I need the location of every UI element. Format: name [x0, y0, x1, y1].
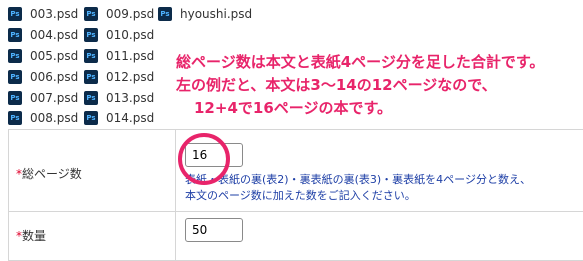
- table-divider: [8, 129, 583, 130]
- file-item[interactable]: Ps 012.psd: [84, 68, 154, 86]
- file-name: 012.psd: [106, 70, 155, 84]
- file-name: 004.psd: [30, 28, 79, 42]
- photoshop-file-icon: Ps: [84, 70, 98, 84]
- total-pages-label: *総ページ数: [16, 165, 82, 182]
- photoshop-file-icon: Ps: [8, 91, 22, 105]
- photoshop-file-icon: Ps: [8, 111, 22, 125]
- photoshop-file-icon: Ps: [84, 91, 98, 105]
- photoshop-file-icon: Ps: [158, 7, 172, 21]
- total-pages-note-line-2: 本文のページ数に加えた数をご記入ください。: [185, 189, 416, 202]
- file-name: 014.psd: [106, 111, 155, 125]
- table-divider: [8, 129, 9, 261]
- total-pages-note-line-1: 表紙・表紙の裏(表2)・裏表紙の裏(表3)・裏表紙を4ページ分と数え、: [185, 173, 531, 186]
- file-name: 006.psd: [30, 70, 79, 84]
- photoshop-file-icon: Ps: [84, 7, 98, 21]
- file-name: 003.psd: [30, 7, 79, 21]
- photoshop-file-icon: Ps: [8, 7, 22, 21]
- table-divider: [175, 129, 176, 261]
- order-form-table: *総ページ数 表紙・表紙の裏(表2)・裏表紙の裏(表3)・裏表紙を4ページ分と数…: [8, 129, 583, 261]
- file-item[interactable]: Ps 003.psd: [8, 5, 78, 23]
- total-pages-input[interactable]: [185, 143, 243, 167]
- photoshop-file-icon: Ps: [84, 111, 98, 125]
- file-name: 013.psd: [106, 91, 155, 105]
- file-name: 007.psd: [30, 91, 79, 105]
- quantity-label: *数量: [16, 227, 46, 244]
- file-name: 010.psd: [106, 28, 155, 42]
- file-item[interactable]: Ps 005.psd: [8, 47, 78, 65]
- total-pages-label-text: 総ページ数: [22, 167, 82, 181]
- annotation-line-2: 左の例だと、本文は3～14の12ページなので、: [176, 76, 497, 94]
- file-item[interactable]: Ps 013.psd: [84, 89, 154, 107]
- photoshop-file-icon: Ps: [8, 28, 22, 42]
- photoshop-file-icon: Ps: [8, 70, 22, 84]
- file-item[interactable]: Ps 009.psd: [84, 5, 154, 23]
- annotation-line-1: 総ページ数は本文と表紙4ページ分を足した合計です。: [176, 53, 545, 71]
- file-item[interactable]: Ps 007.psd: [8, 89, 78, 107]
- file-item[interactable]: Ps 014.psd: [84, 109, 154, 127]
- file-item[interactable]: Ps 008.psd: [8, 109, 78, 127]
- file-item[interactable]: Ps 011.psd: [84, 47, 154, 65]
- file-name: hyoushi.psd: [180, 7, 253, 21]
- file-item[interactable]: Ps 010.psd: [84, 26, 154, 44]
- file-name: 009.psd: [106, 7, 155, 21]
- annotation-line-3: 12+4で16ページの本です。: [194, 99, 392, 117]
- file-name: 008.psd: [30, 111, 79, 125]
- file-name: 005.psd: [30, 49, 79, 63]
- file-name: 011.psd: [106, 49, 155, 63]
- file-item[interactable]: Ps 004.psd: [8, 26, 78, 44]
- photoshop-file-icon: Ps: [84, 49, 98, 63]
- file-item[interactable]: Ps 006.psd: [8, 68, 78, 86]
- quantity-label-text: 数量: [22, 229, 47, 243]
- photoshop-file-icon: Ps: [84, 28, 98, 42]
- quantity-input[interactable]: [185, 218, 243, 242]
- table-divider: [8, 211, 583, 212]
- photoshop-file-icon: Ps: [8, 49, 22, 63]
- file-item[interactable]: Ps hyoushi.psd: [158, 5, 252, 23]
